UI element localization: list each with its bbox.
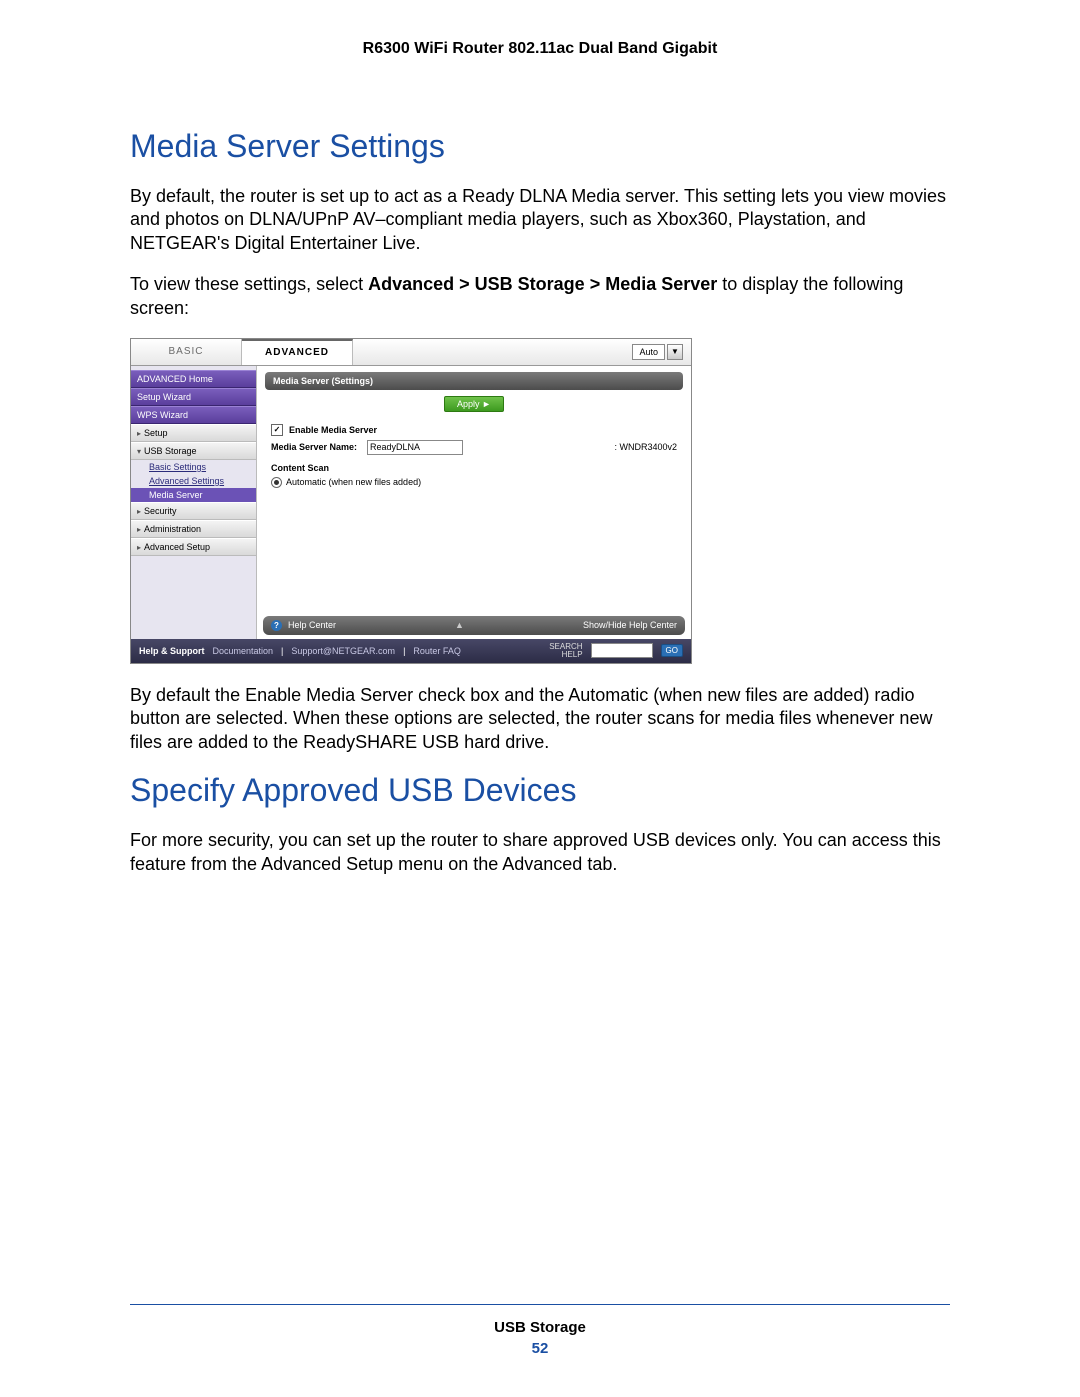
help-center-bar[interactable]: ? Help Center ▲ Show/Hide Help Center: [263, 616, 685, 635]
enable-media-server-checkbox[interactable]: ✓: [271, 424, 283, 436]
chevron-up-icon: ▲: [455, 620, 464, 630]
tab-advanced[interactable]: ADVANCED: [242, 339, 353, 365]
automatic-scan-label: Automatic (when new files added): [286, 477, 421, 487]
sidebar-item-advanced-home[interactable]: ADVANCED Home: [131, 370, 256, 388]
refresh-select-value: Auto: [632, 344, 665, 360]
content-scan-option-row: Automatic (when new files added): [257, 475, 691, 496]
help-support-label: Help & Support: [139, 646, 205, 656]
divider: |: [281, 646, 283, 656]
footer-bar: Help & Support Documentation | Support@N…: [131, 639, 691, 663]
media-server-name-suffix: : WNDR3400v2: [614, 442, 677, 452]
media-server-name-input[interactable]: ReadyDLNA: [367, 440, 463, 455]
document-header: R6300 WiFi Router 802.11ac Dual Band Gig…: [130, 40, 950, 58]
refresh-select[interactable]: Auto ▼: [632, 344, 683, 360]
panel-title: Media Server (Settings): [265, 372, 683, 390]
sidebar-item-wps-wizard[interactable]: WPS Wizard: [131, 406, 256, 424]
help-center-toggle[interactable]: Show/Hide Help Center: [583, 620, 677, 630]
search-help-input[interactable]: [591, 643, 653, 658]
sidebar-sub-basic-settings[interactable]: Basic Settings: [131, 460, 256, 474]
enable-media-server-label: Enable Media Server: [289, 425, 377, 435]
support-link[interactable]: Support@NETGEAR.com: [291, 646, 395, 656]
help-icon: ?: [271, 620, 282, 631]
tab-basic[interactable]: BASIC: [131, 339, 242, 365]
sidebar-sub-media-server[interactable]: Media Server: [131, 488, 256, 502]
apply-button[interactable]: Apply ►: [444, 396, 504, 412]
media-server-name-row: Media Server Name: ReadyDLNA : WNDR3400v…: [257, 438, 691, 457]
router-faq-link[interactable]: Router FAQ: [413, 646, 461, 656]
bold-text: Advanced > USB Storage > Media Server: [368, 274, 717, 294]
sidebar-item-advanced-setup[interactable]: Advanced Setup: [131, 538, 256, 556]
sidebar-item-setup-wizard[interactable]: Setup Wizard: [131, 388, 256, 406]
media-server-name-label: Media Server Name:: [271, 442, 361, 452]
router-ui-screenshot: BASIC ADVANCED Auto ▼ ADVANCED Home Setu…: [130, 338, 692, 664]
paragraph: For more security, you can set up the ro…: [130, 829, 950, 876]
paragraph: To view these settings, select Advanced …: [130, 273, 950, 320]
page-footer: USB Storage 52: [130, 1304, 950, 1357]
enable-media-server-row: ✓ Enable Media Server: [257, 422, 691, 438]
automatic-scan-radio[interactable]: [271, 477, 282, 488]
text: To view these settings, select: [130, 274, 368, 294]
chevron-down-icon: ▼: [667, 344, 683, 360]
sidebar-item-security[interactable]: Security: [131, 502, 256, 520]
main-panel: Media Server (Settings) Apply ► ✓ Enable…: [257, 366, 691, 639]
sidebar-sub-advanced-settings[interactable]: Advanced Settings: [131, 474, 256, 488]
help-center-label: Help Center: [288, 620, 336, 630]
go-button[interactable]: GO: [661, 644, 683, 657]
search-help-label: SEARCH HELP: [549, 643, 582, 659]
footer-chapter: USB Storage: [130, 1319, 950, 1336]
heading-specify-approved-usb-devices: Specify Approved USB Devices: [130, 772, 950, 809]
sidebar-item-setup[interactable]: Setup: [131, 424, 256, 442]
footer-page-number: 52: [130, 1340, 950, 1357]
paragraph: By default the Enable Media Server check…: [130, 684, 950, 754]
paragraph: By default, the router is set up to act …: [130, 185, 950, 255]
sidebar-item-administration[interactable]: Administration: [131, 520, 256, 538]
sidebar: ADVANCED Home Setup Wizard WPS Wizard Se…: [131, 366, 257, 639]
content-scan-heading: Content Scan: [257, 457, 691, 475]
tab-bar: BASIC ADVANCED Auto ▼: [131, 339, 691, 366]
divider: |: [403, 646, 405, 656]
heading-media-server-settings: Media Server Settings: [130, 128, 950, 165]
documentation-link[interactable]: Documentation: [213, 646, 274, 656]
sidebar-item-usb-storage[interactable]: USB Storage: [131, 442, 256, 460]
